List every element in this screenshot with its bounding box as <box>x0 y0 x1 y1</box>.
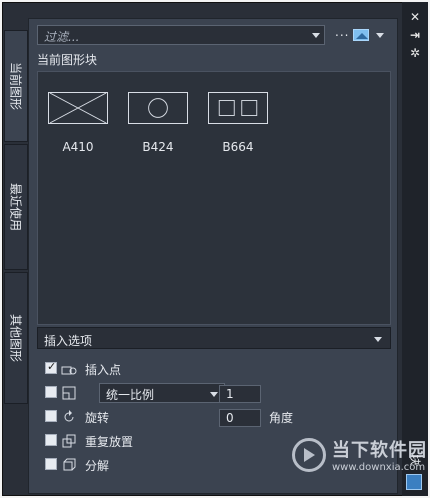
rotate-icon <box>64 410 74 422</box>
option-rotate: 旋转 <box>45 407 195 427</box>
downxia-logo-icon <box>292 438 326 472</box>
view-thumbnail-icon[interactable] <box>353 29 369 41</box>
insert-options-header[interactable]: 插入选项 <box>37 327 391 349</box>
block-name: A410 <box>62 140 94 154</box>
explode-checkbox[interactable] <box>45 458 57 470</box>
insert-point-icon <box>61 366 77 375</box>
option-insert-point: 插入点 <box>45 359 195 379</box>
palette-title-strip[interactable]: ✕ ⇥ ✲ <box>402 2 428 496</box>
box-with-two-squares-icon <box>208 92 268 124</box>
rotate-checkbox[interactable] <box>45 410 57 422</box>
close-icon[interactable]: ✕ <box>408 10 422 24</box>
block-gallery: A410 B424 B664 <box>37 71 391 325</box>
scale-mode-value: 统一比例 <box>106 388 155 402</box>
current-blocks-title: 当前图形块 <box>37 53 98 67</box>
explode-icon <box>63 458 76 471</box>
blocks-panel: 过滤... ... 当前图形块 A410 B424 B664 插入选项 ✓ 插入… <box>28 18 398 494</box>
box-with-x-icon <box>48 92 108 124</box>
chevron-down-icon <box>210 392 218 397</box>
rotate-value-input[interactable]: 0 <box>219 409 261 427</box>
tab-other-drawings[interactable]: 其他图形 <box>4 272 28 404</box>
block-name: B424 <box>142 140 174 154</box>
block-palette-icon[interactable] <box>406 474 422 490</box>
insert-options-title: 插入选项 <box>44 334 93 348</box>
scale-checkbox[interactable] <box>45 386 57 398</box>
rotate-value: 0 <box>226 411 234 425</box>
auto-hide-icon[interactable]: ⇥ <box>408 28 422 42</box>
scale-value-input[interactable]: 1 <box>219 385 261 403</box>
repeat-label: 重复放置 <box>85 435 134 449</box>
filter-placeholder: 过滤... <box>44 30 80 44</box>
option-explode: 分解 <box>45 455 195 475</box>
scale-icon <box>62 386 76 400</box>
tab-recent[interactable]: 最近使用 <box>4 144 28 270</box>
block-name: B664 <box>222 140 254 154</box>
option-repeat: 重复放置 <box>45 431 195 451</box>
rotate-unit-label: 角度 <box>269 411 294 425</box>
insert-point-checkbox[interactable] <box>45 360 57 374</box>
box-with-circle-icon <box>128 92 188 124</box>
insert-point-label: 插入点 <box>85 363 122 377</box>
repeat-checkbox[interactable] <box>45 434 57 446</box>
repeat-placement-icon <box>62 434 76 448</box>
tab-current-drawing[interactable]: 当前图形 <box>4 30 28 142</box>
chevron-down-icon[interactable] <box>376 33 384 38</box>
explode-label: 分解 <box>85 459 110 473</box>
rotate-label: 旋转 <box>85 411 110 425</box>
tab-label: 最近使用 <box>8 182 23 232</box>
block-palette-window: ✕ ⇥ ✲ 当前图形 最近使用 其他图形 过滤... ... 当前图形块 A41… <box>0 0 430 498</box>
option-scale <box>45 383 85 403</box>
scale-mode-dropdown[interactable]: 统一比例 <box>99 383 225 403</box>
tab-label: 其他图形 <box>8 313 23 363</box>
tab-label: 当前图形 <box>8 61 23 111</box>
chevron-down-icon[interactable] <box>374 337 382 342</box>
chevron-down-icon[interactable] <box>312 33 320 38</box>
scale-value: 1 <box>226 387 234 401</box>
side-vertical-label: 块 <box>408 454 422 466</box>
more-options-button[interactable]: ... <box>335 25 349 39</box>
filter-input[interactable]: 过滤... <box>37 25 325 45</box>
settings-icon[interactable]: ✲ <box>408 46 422 60</box>
